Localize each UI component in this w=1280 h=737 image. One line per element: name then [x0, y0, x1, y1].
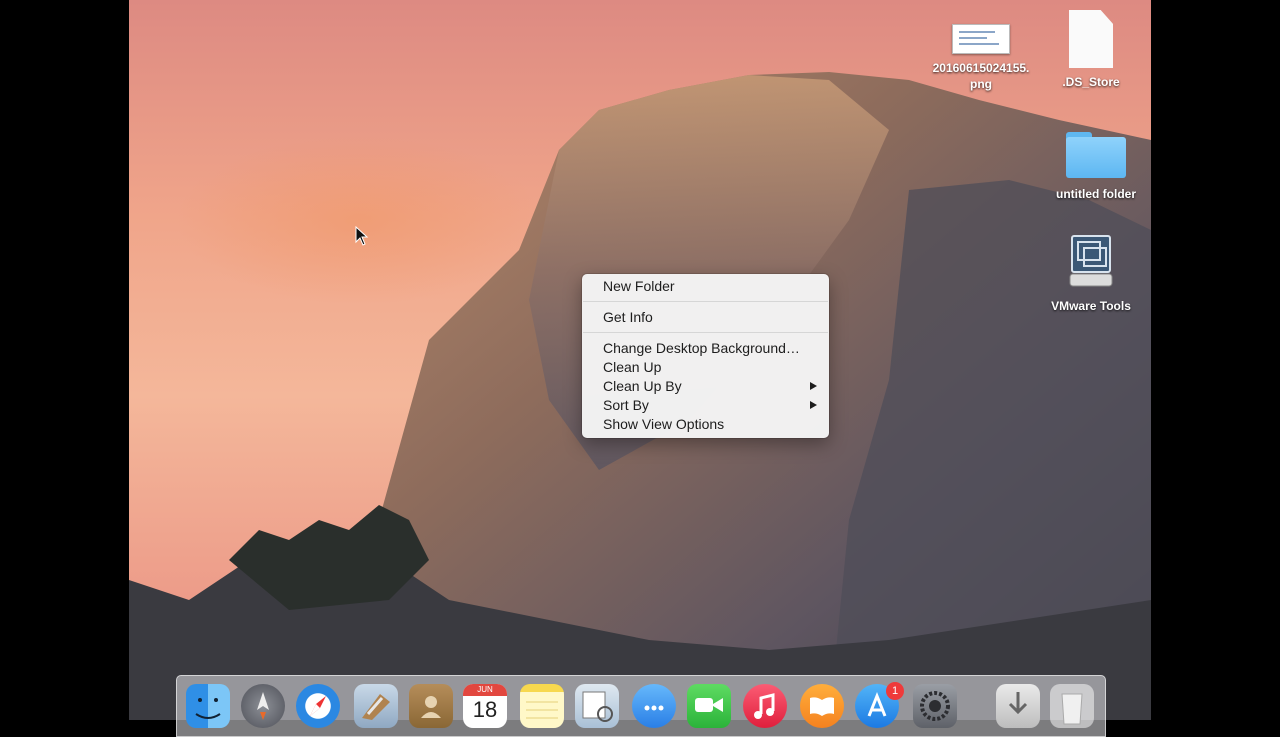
desktop-icon-label: 20160615024155. png [932, 61, 1030, 91]
menu-item-label: Get Info [603, 309, 653, 325]
ibooks-icon[interactable] [800, 684, 844, 728]
menu-item-new-folder[interactable]: New Folder [582, 277, 829, 296]
contacts-icon[interactable] [409, 684, 453, 728]
vmware-disk-icon [1064, 234, 1118, 290]
menu-item-change-desktop-background[interactable]: Change Desktop Background… [582, 339, 829, 358]
desktop-icon-ds-store[interactable]: .DS_Store [1031, 10, 1151, 90]
calendar-month: JUN [463, 684, 507, 696]
menu-separator [583, 332, 828, 333]
menu-item-label: Clean Up By [603, 378, 682, 394]
preview-icon[interactable] [575, 684, 619, 728]
menu-item-label: Clean Up [603, 359, 662, 375]
desktop-icon-label: VMware Tools [1051, 299, 1131, 313]
menu-separator [583, 301, 828, 302]
mail-icon[interactable] [354, 684, 398, 728]
submenu-arrow-icon [810, 382, 817, 390]
notes-icon[interactable] [520, 684, 564, 728]
calendar-icon[interactable]: JUN 18 [463, 684, 507, 728]
desktop-icon-vmware-tools[interactable]: VMware Tools [1031, 234, 1151, 314]
messages-icon[interactable] [632, 684, 676, 728]
menu-item-label: Sort By [603, 397, 649, 413]
menu-item-sort-by[interactable]: Sort By [582, 396, 829, 415]
menu-item-label: New Folder [603, 278, 675, 294]
menu-item-label: Change Desktop Background… [603, 340, 800, 356]
mouse-pointer-icon [355, 226, 369, 246]
submenu-arrow-icon [810, 401, 817, 409]
facetime-icon[interactable] [687, 684, 731, 728]
finder-icon[interactable] [186, 684, 230, 728]
menu-item-clean-up[interactable]: Clean Up [582, 358, 829, 377]
menu-item-show-view-options[interactable]: Show View Options [582, 415, 829, 434]
document-icon [1069, 10, 1113, 68]
safari-icon[interactable] [296, 684, 340, 728]
downloads-icon[interactable] [996, 684, 1040, 728]
menu-item-clean-up-by[interactable]: Clean Up By [582, 377, 829, 396]
desktop-icon-untitled-folder[interactable]: untitled folder [1036, 132, 1151, 202]
app-store-badge: 1 [886, 682, 904, 700]
folder-icon [1066, 132, 1126, 178]
system-preferences-icon[interactable] [913, 684, 957, 728]
itunes-icon[interactable] [743, 684, 787, 728]
png-thumbnail-icon [952, 24, 1010, 54]
desktop-icon-png-file[interactable]: 20160615024155. png [921, 24, 1041, 92]
menu-item-label: Show View Options [603, 416, 725, 432]
desktop-icon-label: .DS_Store [1062, 75, 1120, 89]
desktop-icon-label: untitled folder [1056, 187, 1136, 201]
menu-item-get-info[interactable]: Get Info [582, 308, 829, 327]
launchpad-icon[interactable] [241, 684, 285, 728]
desktop-context-menu: New Folder Get Info Change Desktop Backg… [582, 274, 829, 438]
trash-icon[interactable] [1050, 684, 1094, 728]
